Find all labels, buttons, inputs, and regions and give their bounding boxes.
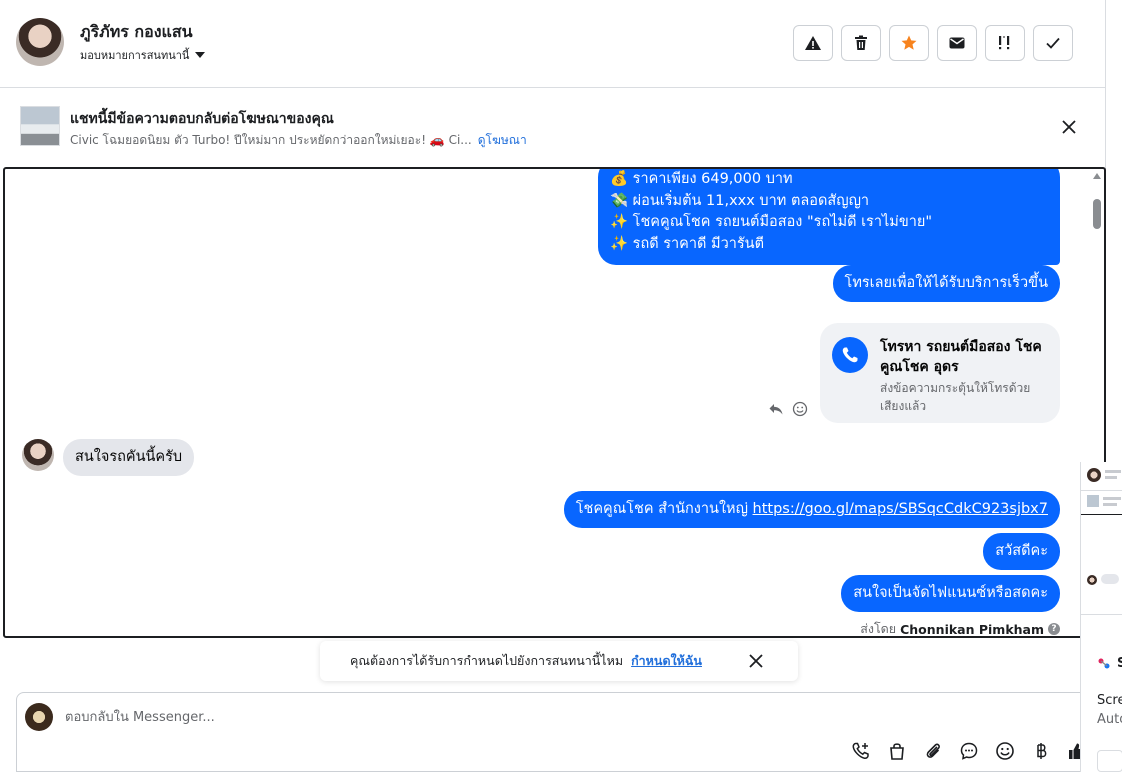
emoji-react-icon[interactable] — [792, 401, 808, 417]
outgoing-message-office[interactable]: โชคคูณโชค สำนักงานใหญ่ https://goo.gl/ma… — [563, 491, 1060, 528]
ad-subtitle-text: Civic โฉมยอดนิยม ตัว Turbo! ปีใหม่มาก ปร… — [70, 133, 472, 147]
contact-avatar[interactable] — [16, 18, 64, 66]
add-call-icon[interactable] — [851, 741, 871, 761]
side-panel-fragment: S Scre Auto — [1080, 462, 1122, 772]
incoming-message[interactable]: สนใจรถคันนี้ครับ — [63, 439, 195, 476]
mini-avatar — [1087, 575, 1097, 585]
fragment-title: S — [1117, 656, 1122, 671]
attachment-icon[interactable] — [923, 741, 943, 761]
saved-reply-icon[interactable] — [959, 741, 979, 761]
call-card-title: โทรหา รถยนต์มือสอง โชคคูณโชค อุดร — [880, 339, 1042, 375]
reply-composer — [16, 692, 1090, 772]
call-card-subtitle: ส่งข้อความกระตุ้นให้โทรด้วยเสียงแล้ว — [880, 381, 1031, 413]
assign-reminder-toast: คุณต้องการได้รับการกำหนดไปยังการสนทนานี้… — [320, 641, 798, 681]
fragment-line: Auto — [1097, 712, 1122, 727]
sent-by-name: Chonnikan Pimkham — [900, 621, 1044, 637]
emoji-icon[interactable] — [995, 741, 1015, 761]
sent-by-label: ส่งโดย — [860, 621, 897, 636]
view-ad-link[interactable]: ดูโฆษณา — [478, 133, 527, 147]
divider — [1081, 514, 1122, 515]
reply-input[interactable] — [65, 705, 965, 729]
mini-bubble — [1101, 574, 1119, 584]
outgoing-message-promo[interactable]: 💰 ราคาเพียง 649,000 บาท 💸 ผ่อนเริ่มต้น 1… — [598, 169, 1060, 265]
fragment-line: Scre — [1097, 693, 1122, 708]
mini-avatar — [1087, 468, 1101, 482]
divider — [1081, 490, 1122, 491]
checkmark-icon — [1046, 37, 1060, 49]
outgoing-message-hello[interactable]: สวัสดีคะ — [983, 533, 1060, 570]
conversation-header: ภูริภัทร กองแสน มอบหมายการสนทนานี้ — [0, 0, 1106, 88]
star-button[interactable] — [889, 25, 929, 61]
ad-thumbnail[interactable] — [20, 106, 60, 146]
phone-icon — [832, 337, 868, 373]
divider — [1081, 614, 1122, 615]
ad-reply-banner: แชทนี้มีข้อความตอบกลับต่อโฆษณาของคุณ Civ… — [0, 88, 1106, 168]
call-request-card[interactable]: โทรหา รถยนต์มือสอง โชคคูณโชค อุดร ส่งข้อ… — [820, 323, 1060, 423]
shopping-bag-icon[interactable] — [887, 741, 907, 761]
mini-line — [1105, 470, 1121, 473]
trash-icon — [855, 35, 867, 50]
follow-up-button[interactable] — [985, 25, 1025, 61]
promo-line: ✨ โชคคูณโชค รถยนต์มือสอง "รถไม่ดี เราไม่… — [610, 214, 933, 230]
sent-by-info: ส่งโดย Chonnikan Pimkham ? — [860, 619, 1060, 637]
mark-done-button[interactable] — [1033, 25, 1073, 61]
composer-toolbar — [851, 741, 1087, 761]
fragment-box — [1097, 750, 1122, 772]
priority-icon — [999, 36, 1010, 50]
envelope-icon — [949, 37, 965, 49]
mini-line — [1105, 476, 1117, 479]
scrollbar-thumb[interactable] — [1093, 199, 1101, 229]
assign-dropdown[interactable]: มอบหมายการสนทนานี้ — [80, 46, 206, 64]
reply-icon[interactable] — [768, 401, 784, 417]
message-thread[interactable]: 💰 ราคาเพียง 649,000 บาท 💸 ผ่อนเริ่มต้น 1… — [3, 167, 1106, 638]
outgoing-message-question[interactable]: สนใจเป็นจัดไฟแนนซ์หรือสดคะ — [841, 575, 1060, 612]
map-link[interactable]: https://goo.gl/maps/SBSqcCdkC923sjbx7 — [753, 501, 1048, 517]
close-icon[interactable] — [746, 651, 766, 671]
ad-banner-subtitle: Civic โฉมยอดนิยม ตัว Turbo! ปีใหม่มาก ปร… — [70, 131, 527, 150]
message-actions — [768, 401, 808, 417]
brand-icon — [1097, 656, 1111, 670]
promo-line: 💸 ผ่อนเริ่มต้น 11,xxx บาท ตลอดสัญญา — [610, 192, 870, 209]
baht-payment-icon[interactable] — [1031, 741, 1051, 761]
promo-line: 💰 ราคาเพียง 649,000 บาท — [610, 171, 793, 187]
promo-line: ✨ รถดี ราคาดี มีวารันตี — [610, 235, 765, 252]
mini-line — [1103, 497, 1121, 500]
outgoing-message-call-now[interactable]: โทรเลยเพื่อให้ได้รับบริการเร็วขึ้น — [832, 265, 1060, 302]
sender-avatar[interactable] — [22, 439, 54, 471]
scroll-up-icon[interactable] — [1093, 173, 1101, 179]
caret-down-icon — [195, 52, 206, 58]
help-icon[interactable]: ? — [1048, 623, 1060, 635]
office-prefix: โชคคูณโชค สำนักงานใหญ่ — [575, 501, 753, 517]
assign-to-me-link[interactable]: กำหนดให้ฉัน — [631, 651, 702, 671]
report-spam-button[interactable] — [793, 25, 833, 61]
mark-unread-button[interactable] — [937, 25, 977, 61]
assign-label: มอบหมายการสนทนานี้ — [80, 49, 190, 62]
warning-icon — [805, 36, 821, 50]
page-avatar — [25, 703, 53, 731]
mini-line — [1103, 503, 1117, 506]
star-icon — [901, 35, 917, 50]
conversation-panel: ภูริภัทร กองแสน มอบหมายการสนทนานี้ แชทนี… — [0, 0, 1106, 772]
header-actions — [793, 25, 1073, 61]
ad-banner-title: แชทนี้มีข้อความตอบกลับต่อโฆษณาของคุณ — [70, 111, 334, 127]
mini-thumb — [1087, 495, 1099, 507]
reminder-text: คุณต้องการได้รับการกำหนดไปยังการสนทนานี้… — [350, 653, 624, 668]
contact-name[interactable]: ภูริภัทร กองแสน — [80, 20, 193, 45]
close-icon[interactable] — [1060, 118, 1078, 136]
delete-button[interactable] — [841, 25, 881, 61]
